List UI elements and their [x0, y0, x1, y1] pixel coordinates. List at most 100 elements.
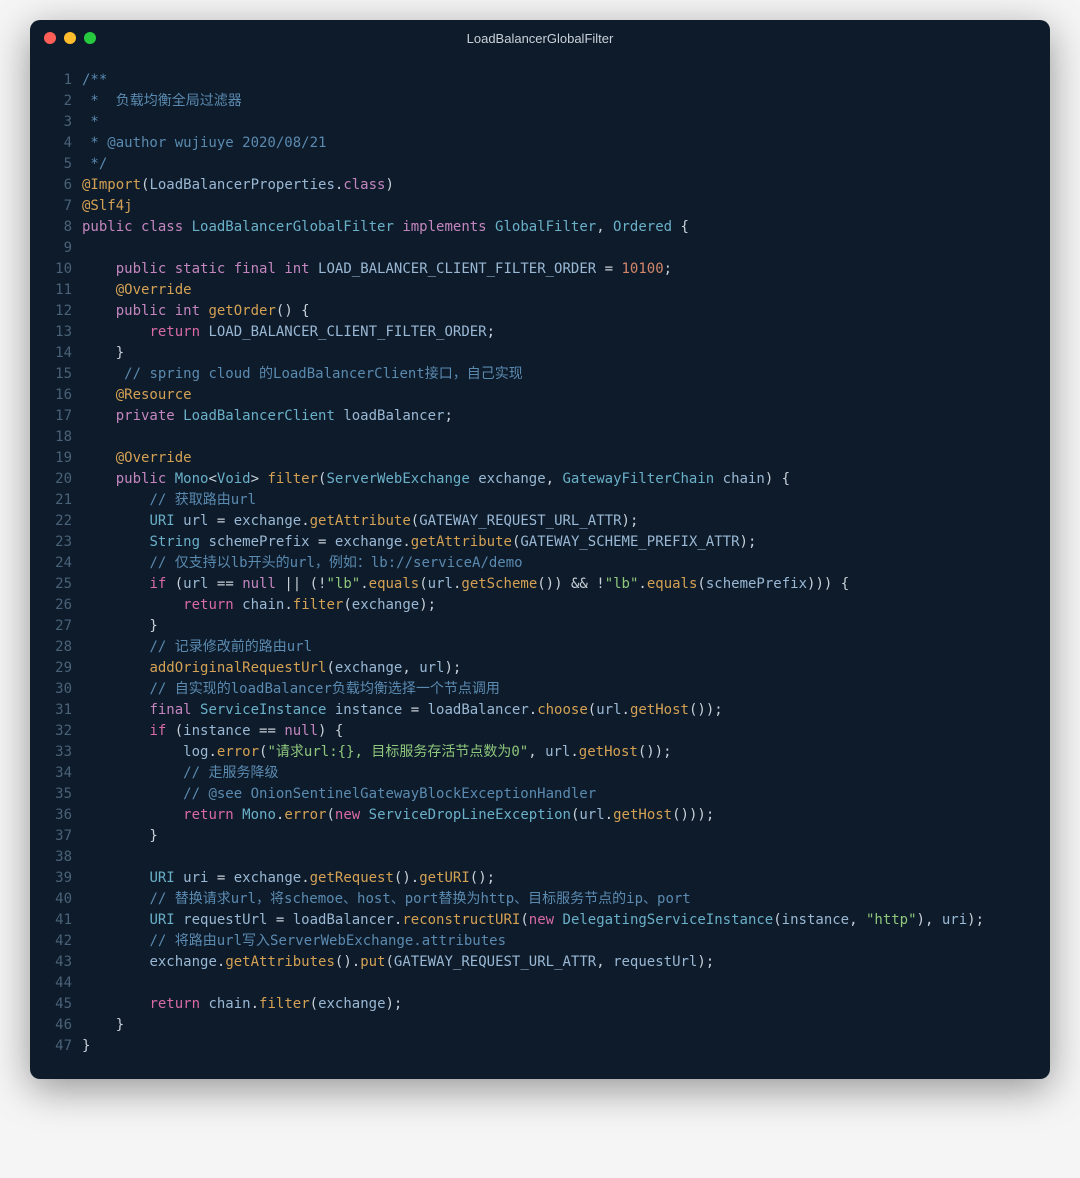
editor: 1/**2 * 负载均衡全局过滤器3 *4 * @author wujiuye … — [30, 56, 1050, 1079]
code-content: return chain.filter(exchange); — [82, 994, 402, 1015]
code-content: // 仅支持以lb开头的url，例如：lb://serviceA/demo — [82, 553, 523, 574]
code-content: @Slf4j — [82, 196, 133, 217]
line-number: 43 — [40, 952, 72, 973]
code-line: 15 // spring cloud 的LoadBalancerClient接口… — [40, 364, 1032, 385]
traffic-lights — [44, 32, 96, 44]
code-line: 11 @Override — [40, 280, 1032, 301]
code-line: 44 — [40, 973, 1032, 994]
code-line: 10 public static final int LOAD_BALANCER… — [40, 259, 1032, 280]
line-number: 40 — [40, 889, 72, 910]
line-number: 3 — [40, 112, 72, 133]
line-number: 29 — [40, 658, 72, 679]
line-number: 17 — [40, 406, 72, 427]
line-number: 26 — [40, 595, 72, 616]
line-number: 30 — [40, 679, 72, 700]
line-number: 28 — [40, 637, 72, 658]
code-content: return Mono.error(new ServiceDropLineExc… — [82, 805, 714, 826]
line-number: 46 — [40, 1015, 72, 1036]
line-number: 36 — [40, 805, 72, 826]
line-number: 41 — [40, 910, 72, 931]
code-content: public class LoadBalancerGlobalFilter im… — [82, 217, 689, 238]
line-number: 47 — [40, 1036, 72, 1057]
code-line: 9 — [40, 238, 1032, 259]
code-line: 7 @Slf4j — [40, 196, 1032, 217]
code-line: 33 log.error("请求url:{}, 目标服务存活节点数为0", ur… — [40, 742, 1032, 763]
code-content: @Override — [82, 280, 192, 301]
line-number: 22 — [40, 511, 72, 532]
line-number: 7 — [40, 196, 72, 217]
code-content: return LOAD_BALANCER_CLIENT_FILTER_ORDER… — [82, 322, 495, 343]
line-number: 1 — [40, 70, 72, 91]
code-line: 45 return chain.filter(exchange); — [40, 994, 1032, 1015]
close-icon[interactable] — [44, 32, 56, 44]
line-number: 39 — [40, 868, 72, 889]
code-line: 22 URI url = exchange.getAttribute(GATEW… — [40, 511, 1032, 532]
code-content: // 替换请求url，将schemoe、host、port替换为http、目标服… — [82, 889, 691, 910]
code-line: 34 // 走服务降级 — [40, 763, 1032, 784]
line-number: 25 — [40, 574, 72, 595]
line-number: 38 — [40, 847, 72, 868]
minimize-icon[interactable] — [64, 32, 76, 44]
code-content: public static final int LOAD_BALANCER_CL… — [82, 259, 672, 280]
code-content: URI url = exchange.getAttribute(GATEWAY_… — [82, 511, 638, 532]
code-line: 27 } — [40, 616, 1032, 637]
code-content: */ — [82, 154, 107, 175]
code-line: 37 } — [40, 826, 1032, 847]
line-number: 23 — [40, 532, 72, 553]
code-line: 17 private LoadBalancerClient loadBalanc… — [40, 406, 1032, 427]
line-number: 44 — [40, 973, 72, 994]
line-number: 33 — [40, 742, 72, 763]
code-content: // 走服务降级 — [82, 763, 278, 784]
code-content: @Import(LoadBalancerProperties.class) — [82, 175, 394, 196]
code-line: 35 // @see OnionSentinelGatewayBlockExce… — [40, 784, 1032, 805]
code-line: 41 URI requestUrl = loadBalancer.reconst… — [40, 910, 1032, 931]
line-number: 2 — [40, 91, 72, 112]
code-line: 40 // 替换请求url，将schemoe、host、port替换为http、… — [40, 889, 1032, 910]
code-content: * 负载均衡全局过滤器 — [82, 91, 242, 112]
code-line: 14 } — [40, 343, 1032, 364]
code-line: 29 addOriginalRequestUrl(exchange, url); — [40, 658, 1032, 679]
code-content: public Mono<Void> filter(ServerWebExchan… — [82, 469, 790, 490]
code-line: 31 final ServiceInstance instance = load… — [40, 700, 1032, 721]
code-line: 20 public Mono<Void> filter(ServerWebExc… — [40, 469, 1032, 490]
line-number: 4 — [40, 133, 72, 154]
titlebar: LoadBalancerGlobalFilter — [30, 20, 1050, 56]
code-content: // 将路由url写入ServerWebExchange.attributes — [82, 931, 506, 952]
line-number: 21 — [40, 490, 72, 511]
line-number: 8 — [40, 217, 72, 238]
code-content: // 自实现的loadBalancer负载均衡选择一个节点调用 — [82, 679, 500, 700]
code-line: 18 — [40, 427, 1032, 448]
line-number: 5 — [40, 154, 72, 175]
code-line: 39 URI uri = exchange.getRequest().getUR… — [40, 868, 1032, 889]
code-line: 28 // 记录修改前的路由url — [40, 637, 1032, 658]
code-line: 13 return LOAD_BALANCER_CLIENT_FILTER_OR… — [40, 322, 1032, 343]
code-content: * — [82, 112, 99, 133]
code-content: @Resource — [82, 385, 192, 406]
line-number: 15 — [40, 364, 72, 385]
line-number: 12 — [40, 301, 72, 322]
code-line: 2 * 负载均衡全局过滤器 — [40, 91, 1032, 112]
line-number: 20 — [40, 469, 72, 490]
code-content: // 记录修改前的路由url — [82, 637, 312, 658]
code-line: 12 public int getOrder() { — [40, 301, 1032, 322]
code-line: 24 // 仅支持以lb开头的url，例如：lb://serviceA/demo — [40, 553, 1032, 574]
code-content: return chain.filter(exchange); — [82, 595, 436, 616]
line-number: 37 — [40, 826, 72, 847]
line-number: 27 — [40, 616, 72, 637]
code-content: * @author wujiuye 2020/08/21 — [82, 133, 326, 154]
line-number: 42 — [40, 931, 72, 952]
line-number: 6 — [40, 175, 72, 196]
code-line: 30 // 自实现的loadBalancer负载均衡选择一个节点调用 — [40, 679, 1032, 700]
code-content: /** — [82, 70, 107, 91]
code-content: } — [82, 616, 158, 637]
code-line: 36 return Mono.error(new ServiceDropLine… — [40, 805, 1032, 826]
code-line: 25 if (url == null || (!"lb".equals(url.… — [40, 574, 1032, 595]
code-content: URI requestUrl = loadBalancer.reconstruc… — [82, 910, 984, 931]
line-number: 34 — [40, 763, 72, 784]
code-content: addOriginalRequestUrl(exchange, url); — [82, 658, 461, 679]
code-content: exchange.getAttributes().put(GATEWAY_REQ… — [82, 952, 714, 973]
code-window: LoadBalancerGlobalFilter 1/**2 * 负载均衡全局过… — [30, 20, 1050, 1079]
zoom-icon[interactable] — [84, 32, 96, 44]
code-line: 38 — [40, 847, 1032, 868]
code-content: // 获取路由url — [82, 490, 256, 511]
